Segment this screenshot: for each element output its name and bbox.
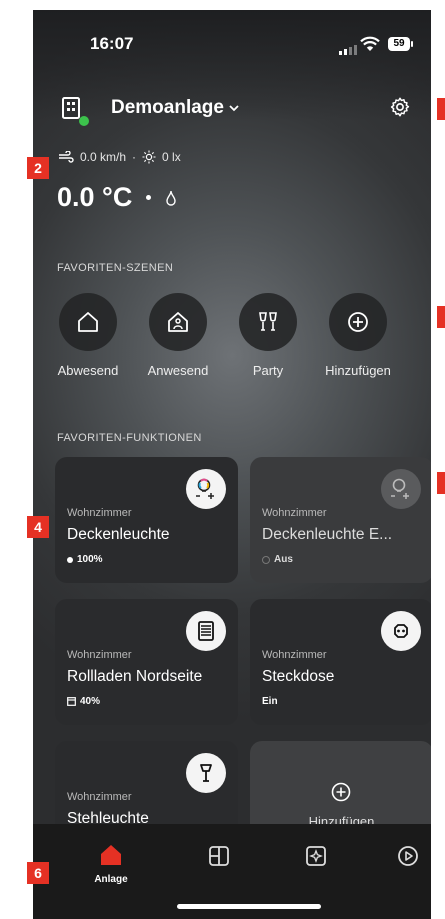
rain-drop-icon — [166, 190, 177, 206]
socket-icon[interactable] — [381, 611, 421, 651]
scene-label: Anwesend — [147, 363, 209, 378]
separator-dot — [146, 195, 152, 200]
function-card-deckenleuchte[interactable]: Wohnzimmer Deckenleuchte 100% — [55, 457, 238, 583]
annotation-marker-6: 6 — [27, 862, 49, 884]
annotation-marker-edge — [437, 306, 445, 328]
scene-abwesend[interactable]: Abwesend — [53, 293, 123, 378]
scene-label: Hinzufügen — [325, 363, 391, 378]
scene-add[interactable]: Hinzufügen — [323, 293, 393, 378]
temperature-row: 0.0 °C — [57, 182, 177, 213]
scene-party[interactable]: Party — [233, 293, 303, 378]
scene-label: Party — [252, 363, 284, 378]
illuminance: 0 lx — [162, 150, 181, 164]
card-room: Wohnzimmer — [262, 507, 327, 519]
favorite-scenes-title: FAVORITEN-SZENEN — [57, 262, 174, 274]
card-name: Deckenleuchte E... — [262, 526, 393, 543]
scene-anwesend[interactable]: Anwesend — [143, 293, 213, 378]
chevron-down-icon[interactable] — [229, 105, 239, 112]
function-card-rollladen[interactable]: Wohnzimmer Rollladen Nordseite 40% — [55, 599, 238, 725]
site-selector[interactable]: Demoanlage — [111, 97, 224, 119]
blind-icon[interactable] — [186, 611, 226, 651]
home-icon — [101, 845, 121, 865]
separator: · — [132, 150, 137, 164]
card-room: Wohnzimmer — [67, 649, 132, 661]
color-bulb-icon[interactable] — [381, 469, 421, 509]
card-value: 40% — [80, 696, 101, 707]
house-outline-icon — [78, 312, 98, 332]
rooms-icon — [209, 846, 229, 866]
tab-play[interactable] — [378, 844, 431, 873]
function-card-steckdose[interactable]: Wohnzimmer Steckdose Ein — [250, 599, 431, 725]
scenes-icon — [306, 846, 326, 866]
card-room: Wohnzimmer — [67, 507, 132, 519]
tab-label: Anlage — [94, 874, 128, 885]
card-room: Wohnzimmer — [262, 649, 327, 661]
status-bar: 16:07 59 — [33, 10, 431, 70]
plus-circle-icon — [348, 312, 368, 332]
wind-icon — [59, 151, 74, 163]
function-card-deckenleuchte-e[interactable]: Wohnzimmer Deckenleuchte E... Aus — [250, 457, 431, 583]
card-value: Aus — [274, 554, 293, 565]
wifi-icon — [360, 36, 380, 51]
scene-label: Abwesend — [57, 363, 119, 378]
brightness-icon — [142, 150, 156, 164]
card-value: 100% — [77, 554, 103, 565]
favorite-functions-title: FAVORITEN-FUNKTIONEN — [57, 432, 202, 444]
card-value: Ein — [262, 696, 278, 707]
house-person-icon — [168, 312, 188, 332]
building-icon[interactable] — [61, 97, 81, 119]
battery-indicator: 59 — [388, 37, 413, 51]
blind-small-icon — [67, 697, 76, 706]
color-bulb-icon[interactable] — [186, 469, 226, 509]
status-dot-off — [262, 555, 270, 564]
tab-rooms[interactable] — [189, 844, 249, 873]
card-name: Deckenleuchte — [67, 526, 170, 543]
cellular-signal-icon — [339, 45, 357, 55]
floor-lamp-icon[interactable] — [186, 753, 226, 793]
plus-circle-icon — [331, 782, 351, 802]
wind-speed: 0.0 km/h — [80, 150, 127, 164]
weather-row: 0.0 km/h · 0 lx — [58, 150, 181, 164]
annotation-marker-edge — [437, 98, 445, 120]
annotation-marker-2: 2 — [27, 157, 49, 179]
annotation-marker-edge — [437, 472, 445, 494]
status-time: 16:07 — [90, 34, 134, 53]
tab-scenes[interactable] — [286, 844, 346, 873]
card-name: Rollladen Nordseite — [67, 668, 203, 685]
phone-screen: 16:07 59 Demoanlage 0.0 km/h · 0 lx 0.0 … — [33, 10, 431, 919]
cheers-glasses-icon — [259, 312, 277, 331]
card-room: Wohnzimmer — [67, 791, 132, 803]
home-indicator — [177, 904, 321, 909]
card-name: Steckdose — [262, 668, 335, 685]
annotation-marker-4: 4 — [27, 516, 49, 538]
online-status-dot — [79, 116, 89, 126]
temperature-value: 0.0 °C — [57, 182, 133, 212]
status-dot-on — [67, 556, 73, 563]
tab-anlage[interactable]: Anlage — [81, 844, 141, 885]
play-icon — [398, 846, 418, 866]
gear-icon[interactable] — [389, 96, 411, 118]
